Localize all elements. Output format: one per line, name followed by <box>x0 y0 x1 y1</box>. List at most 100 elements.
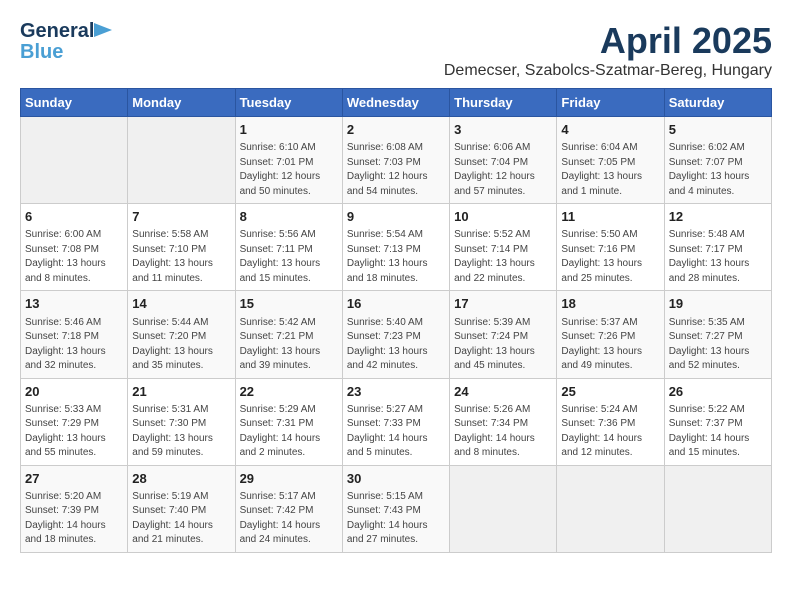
day-number: 9 <box>347 208 445 226</box>
table-row: 24 Sunrise: 5:26 AMSunset: 7:34 PMDayligh… <box>450 378 557 465</box>
table-row <box>21 117 128 204</box>
calendar-header-row: Sunday Monday Tuesday Wednesday Thursday… <box>21 89 772 117</box>
day-info: Sunrise: 6:10 AMSunset: 7:01 PMDaylight:… <box>240 141 338 199</box>
day-info: Sunrise: 5:37 AMSunset: 7:26 PMDaylight:… <box>561 316 659 374</box>
header-saturday: Saturday <box>664 89 771 117</box>
day-number: 19 <box>669 295 767 313</box>
day-info: Sunrise: 6:04 AMSunset: 7:05 PMDaylight:… <box>561 141 659 199</box>
table-row: 19 Sunrise: 5:35 AMSunset: 7:27 PMDayligh… <box>664 291 771 378</box>
day-info: Sunrise: 5:22 AMSunset: 7:37 PMDaylight:… <box>669 403 767 461</box>
day-info: Sunrise: 5:17 AMSunset: 7:42 PMDaylight:… <box>240 490 338 548</box>
calendar-week-row: 1 Sunrise: 6:10 AMSunset: 7:01 PMDaylight… <box>21 117 772 204</box>
table-row: 23 Sunrise: 5:27 AMSunset: 7:33 PMDayligh… <box>342 378 449 465</box>
table-row: 17 Sunrise: 5:39 AMSunset: 7:24 PMDayligh… <box>450 291 557 378</box>
day-info: Sunrise: 5:46 AMSunset: 7:18 PMDaylight:… <box>25 316 123 374</box>
logo-text-blue: Blue <box>20 41 63 64</box>
day-info: Sunrise: 5:26 AMSunset: 7:34 PMDaylight:… <box>454 403 552 461</box>
day-info: Sunrise: 5:20 AMSunset: 7:39 PMDaylight:… <box>25 490 123 548</box>
logo-arrow-icon <box>94 23 112 37</box>
table-row: 11 Sunrise: 5:50 AMSunset: 7:16 PMDayligh… <box>557 204 664 291</box>
table-row <box>557 465 664 552</box>
logo-text-general: General <box>20 20 94 42</box>
table-row: 2 Sunrise: 6:08 AMSunset: 7:03 PMDaylight… <box>342 117 449 204</box>
table-row: 22 Sunrise: 5:29 AMSunset: 7:31 PMDayligh… <box>235 378 342 465</box>
table-row: 21 Sunrise: 5:31 AMSunset: 7:30 PMDayligh… <box>128 378 235 465</box>
day-number: 23 <box>347 383 445 401</box>
table-row: 10Sunrise: 5:52 AMSunset: 7:14 PMDayligh… <box>450 204 557 291</box>
day-info: Sunrise: 5:15 AMSunset: 7:43 PMDaylight:… <box>347 490 445 548</box>
day-info: Sunrise: 5:56 AMSunset: 7:11 PMDaylight:… <box>240 228 338 286</box>
day-number: 12 <box>669 208 767 226</box>
table-row: 6Sunrise: 6:00 AMSunset: 7:08 PMDaylight… <box>21 204 128 291</box>
day-info: Sunrise: 5:19 AMSunset: 7:40 PMDaylight:… <box>132 490 230 548</box>
table-row: 12 Sunrise: 5:48 AMSunset: 7:17 PMDayligh… <box>664 204 771 291</box>
table-row: 8Sunrise: 5:56 AMSunset: 7:11 PMDaylight… <box>235 204 342 291</box>
day-number: 25 <box>561 383 659 401</box>
table-row: 16Sunrise: 5:40 AMSunset: 7:23 PMDayligh… <box>342 291 449 378</box>
day-info: Sunrise: 5:39 AMSunset: 7:24 PMDaylight:… <box>454 316 552 374</box>
header-friday: Friday <box>557 89 664 117</box>
day-number: 15 <box>240 295 338 313</box>
table-row: 7Sunrise: 5:58 AMSunset: 7:10 PMDaylight… <box>128 204 235 291</box>
day-info: Sunrise: 5:42 AMSunset: 7:21 PMDaylight:… <box>240 316 338 374</box>
day-number: 20 <box>25 383 123 401</box>
calendar-week-row: 27Sunrise: 5:20 AMSunset: 7:39 PMDayligh… <box>21 465 772 552</box>
day-number: 3 <box>454 121 552 139</box>
header-monday: Monday <box>128 89 235 117</box>
day-number: 29 <box>240 470 338 488</box>
header-wednesday: Wednesday <box>342 89 449 117</box>
title-block: April 2025 Demecser, Szabolcs-Szatmar-Be… <box>444 20 772 80</box>
day-info: Sunrise: 5:50 AMSunset: 7:16 PMDaylight:… <box>561 228 659 286</box>
day-number: 1 <box>240 121 338 139</box>
header-tuesday: Tuesday <box>235 89 342 117</box>
day-number: 2 <box>347 121 445 139</box>
day-number: 14 <box>132 295 230 313</box>
day-info: Sunrise: 6:02 AMSunset: 7:07 PMDaylight:… <box>669 141 767 199</box>
table-row: 13 Sunrise: 5:46 AMSunset: 7:18 PMDayligh… <box>21 291 128 378</box>
day-number: 24 <box>454 383 552 401</box>
logo: General Blue <box>20 20 94 64</box>
table-row: 30 Sunrise: 5:15 AMSunset: 7:43 PMDayligh… <box>342 465 449 552</box>
table-row: 1 Sunrise: 6:10 AMSunset: 7:01 PMDaylight… <box>235 117 342 204</box>
table-row: 5 Sunrise: 6:02 AMSunset: 7:07 PMDaylight… <box>664 117 771 204</box>
day-number: 5 <box>669 121 767 139</box>
day-number: 10 <box>454 208 552 226</box>
day-info: Sunrise: 5:33 AMSunset: 7:29 PMDaylight:… <box>25 403 123 461</box>
table-row: 15 Sunrise: 5:42 AMSunset: 7:21 PMDayligh… <box>235 291 342 378</box>
day-number: 18 <box>561 295 659 313</box>
day-info: Sunrise: 5:31 AMSunset: 7:30 PMDaylight:… <box>132 403 230 461</box>
day-number: 16 <box>347 295 445 313</box>
table-row: 14Sunrise: 5:44 AMSunset: 7:20 PMDayligh… <box>128 291 235 378</box>
table-row: 27Sunrise: 5:20 AMSunset: 7:39 PMDayligh… <box>21 465 128 552</box>
calendar-title: April 2025 <box>444 20 772 62</box>
day-number: 4 <box>561 121 659 139</box>
calendar-table: Sunday Monday Tuesday Wednesday Thursday… <box>20 88 772 553</box>
day-info: Sunrise: 5:27 AMSunset: 7:33 PMDaylight:… <box>347 403 445 461</box>
day-number: 22 <box>240 383 338 401</box>
day-info: Sunrise: 5:29 AMSunset: 7:31 PMDaylight:… <box>240 403 338 461</box>
day-info: Sunrise: 5:58 AMSunset: 7:10 PMDaylight:… <box>132 228 230 286</box>
day-number: 28 <box>132 470 230 488</box>
table-row <box>128 117 235 204</box>
table-row: 4 Sunrise: 6:04 AMSunset: 7:05 PMDaylight… <box>557 117 664 204</box>
table-row <box>450 465 557 552</box>
calendar-week-row: 20 Sunrise: 5:33 AMSunset: 7:29 PMDayligh… <box>21 378 772 465</box>
day-number: 30 <box>347 470 445 488</box>
page-header: General Blue April 2025 Demecser, Szabol… <box>20 20 772 80</box>
table-row <box>664 465 771 552</box>
day-info: Sunrise: 5:35 AMSunset: 7:27 PMDaylight:… <box>669 316 767 374</box>
table-row: 9Sunrise: 5:54 AMSunset: 7:13 PMDaylight… <box>342 204 449 291</box>
day-number: 21 <box>132 383 230 401</box>
calendar-week-row: 13 Sunrise: 5:46 AMSunset: 7:18 PMDayligh… <box>21 291 772 378</box>
day-number: 17 <box>454 295 552 313</box>
day-number: 13 <box>25 295 123 313</box>
table-row: 20 Sunrise: 5:33 AMSunset: 7:29 PMDayligh… <box>21 378 128 465</box>
day-info: Sunrise: 5:48 AMSunset: 7:17 PMDaylight:… <box>669 228 767 286</box>
calendar-week-row: 6Sunrise: 6:00 AMSunset: 7:08 PMDaylight… <box>21 204 772 291</box>
header-thursday: Thursday <box>450 89 557 117</box>
table-row: 18 Sunrise: 5:37 AMSunset: 7:26 PMDayligh… <box>557 291 664 378</box>
day-info: Sunrise: 5:24 AMSunset: 7:36 PMDaylight:… <box>561 403 659 461</box>
day-info: Sunrise: 6:08 AMSunset: 7:03 PMDaylight:… <box>347 141 445 199</box>
day-info: Sunrise: 6:00 AMSunset: 7:08 PMDaylight:… <box>25 228 123 286</box>
day-number: 11 <box>561 208 659 226</box>
